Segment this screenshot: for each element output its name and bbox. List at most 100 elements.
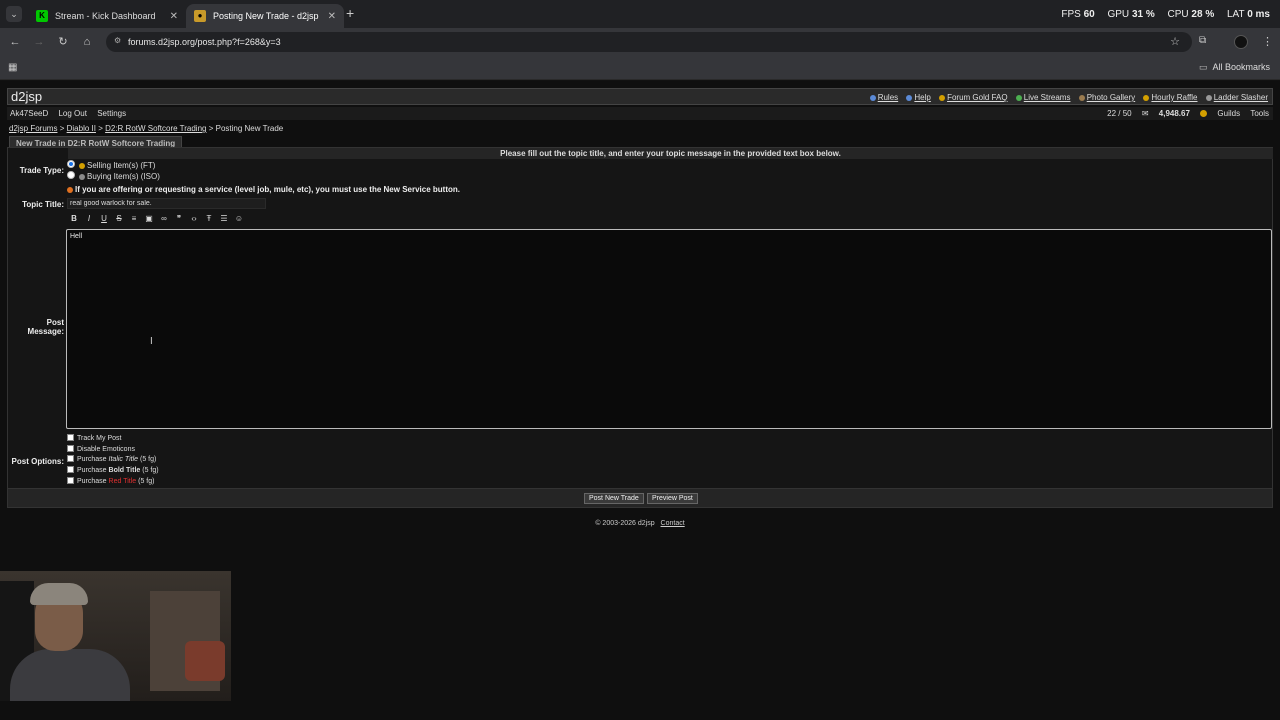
post-new-trade-button[interactable]: Post New Trade xyxy=(584,493,644,504)
ladder-slasher-link[interactable]: Ladder Slasher xyxy=(1205,93,1268,102)
tab-posting-new-trade[interactable]: ● Posting New Trade - d2jsp ✕ xyxy=(186,4,344,28)
extensions-icon[interactable]: ⧉ xyxy=(1199,35,1211,47)
tab-title: Posting New Trade - d2jsp xyxy=(213,11,319,21)
tab-search-button[interactable]: ⌄ xyxy=(6,6,22,22)
font-size-icon[interactable]: Ŧ xyxy=(204,214,214,224)
logout-link[interactable]: Log Out xyxy=(58,109,86,118)
trade-type-label: Trade Type: xyxy=(19,166,64,175)
list-icon[interactable]: ☰ xyxy=(219,214,229,224)
d2jsp-icon: ● xyxy=(194,10,206,22)
all-bookmarks-label: All Bookmarks xyxy=(1212,62,1270,72)
back-arrow-icon[interactable]: ← xyxy=(8,35,22,49)
red-title-checkbox[interactable] xyxy=(67,477,74,484)
breadcrumb-current: Posting New Trade xyxy=(215,124,284,133)
italic-icon[interactable]: I xyxy=(84,214,94,224)
mail-icon: ✉ xyxy=(1141,109,1149,118)
rules-link[interactable]: Rules xyxy=(869,93,898,102)
profile-avatar[interactable] xyxy=(1234,35,1248,49)
webcam-person-body xyxy=(10,649,130,701)
topic-title-input[interactable] xyxy=(67,198,266,209)
close-tab-icon[interactable]: ✕ xyxy=(328,11,336,22)
gpu-value: 31 % xyxy=(1131,9,1155,20)
selling-option[interactable]: Selling Item(s) (FT) xyxy=(79,161,155,170)
photo-gallery-link[interactable]: Photo Gallery xyxy=(1078,93,1135,102)
gold-balance[interactable]: 4,948.67 xyxy=(1159,109,1208,118)
cpu-value: 28 % xyxy=(1191,9,1215,20)
selling-radio[interactable] xyxy=(67,160,75,168)
site-logo[interactable]: d2jsp xyxy=(11,89,42,104)
username-link[interactable]: Ak47SeeD xyxy=(10,109,48,118)
browser-menu-icon[interactable]: ⋮ xyxy=(1262,35,1273,48)
bold-title-checkbox[interactable] xyxy=(67,466,74,473)
reload-icon[interactable]: ↻ xyxy=(56,35,70,49)
fps-value: 60 xyxy=(1083,9,1095,20)
underline-icon[interactable]: U xyxy=(99,214,109,224)
photo-icon xyxy=(1078,95,1085,101)
new-tab-button[interactable]: + xyxy=(346,6,354,20)
home-icon[interactable]: ⌂ xyxy=(80,35,94,49)
forum-gold-faq-link[interactable]: Forum Gold FAQ xyxy=(939,93,1008,102)
webcam-overlay xyxy=(0,571,231,701)
site-info-icon[interactable]: ⚙ xyxy=(114,36,124,46)
italic-title-option[interactable]: Purchase Italic Title (5 fg) xyxy=(67,455,156,463)
gold-icon xyxy=(939,95,946,101)
form-instructions: Please fill out the topic title, and ent… xyxy=(68,148,1273,159)
link-icon[interactable]: ∞ xyxy=(159,214,169,224)
buying-option[interactable]: Buying Item(s) (ISO) xyxy=(79,172,160,181)
cpu-label: CPU xyxy=(1167,9,1189,20)
quote-icon[interactable]: ❞ xyxy=(174,214,184,224)
emoticon-icon[interactable]: ☺ xyxy=(234,214,244,224)
disable-emoticons-option[interactable]: Disable Emoticons xyxy=(67,445,135,453)
sword-icon xyxy=(1205,95,1212,101)
preview-post-button[interactable]: Preview Post xyxy=(647,493,698,504)
address-bar[interactable]: ⚙ forums.d2jsp.org/post.php?f=268&y=3 ☆ xyxy=(106,32,1192,52)
align-center-icon[interactable]: ≡ xyxy=(129,214,139,224)
close-tab-icon[interactable]: ✕ xyxy=(170,11,178,22)
disable-emoticons-checkbox[interactable] xyxy=(67,445,74,452)
contact-link[interactable]: Contact xyxy=(661,520,685,527)
forward-arrow-icon[interactable]: → xyxy=(32,35,46,49)
image-icon[interactable]: ▣ xyxy=(144,214,154,224)
bookmark-star-icon[interactable]: ☆ xyxy=(1170,35,1180,48)
track-post-checkbox[interactable] xyxy=(67,434,74,441)
pm-count[interactable]: 22 / 50 ✉ xyxy=(1099,109,1148,118)
site-header: d2jsp Rules Help Forum Gold FAQ Live Str… xyxy=(7,88,1273,105)
editor-toolbar: B I U S ≡ ▣ ∞ ❞ ‹› Ŧ ☰ ☺ xyxy=(69,214,244,224)
tools-link[interactable]: Tools xyxy=(1250,109,1269,118)
page-footer: © 2003-2026 d2jsp Contact xyxy=(0,520,1280,527)
breadcrumb-diablo-ii[interactable]: Diablo II xyxy=(67,124,96,133)
lat-value: 0 ms xyxy=(1247,9,1270,20)
track-post-option[interactable]: Track My Post xyxy=(67,434,121,442)
help-link[interactable]: Help xyxy=(906,93,931,102)
bold-icon[interactable]: B xyxy=(69,214,79,224)
italic-title-checkbox[interactable] xyxy=(67,455,74,462)
post-message-textarea[interactable]: Hell xyxy=(66,229,1272,429)
code-icon[interactable]: ‹› xyxy=(189,214,199,224)
live-streams-link[interactable]: Live Streams xyxy=(1015,93,1070,102)
warning-icon xyxy=(67,187,73,193)
hourly-raffle-link[interactable]: Hourly Raffle xyxy=(1143,93,1198,102)
live-icon xyxy=(1015,95,1022,101)
breadcrumb-d2r-trading[interactable]: D2:R RotW Softcore Trading xyxy=(105,124,206,133)
post-message-label: Post Message: xyxy=(27,318,64,336)
tab-kick-dashboard[interactable]: K Stream - Kick Dashboard ✕ xyxy=(28,4,186,28)
red-title-option[interactable]: Purchase Red Title (5 fg) xyxy=(67,477,154,485)
gold-coin-icon xyxy=(1200,110,1208,117)
bold-title-option[interactable]: Purchase Bold Title (5 fg) xyxy=(67,466,159,474)
guilds-link[interactable]: Guilds xyxy=(1217,109,1240,118)
copyright-text: © 2003-2026 d2jsp xyxy=(595,520,655,527)
raffle-icon xyxy=(1143,95,1150,101)
bookmarks-bar: ▦ ▭ All Bookmarks xyxy=(0,56,1280,80)
all-bookmarks-button[interactable]: ▭ All Bookmarks xyxy=(1199,62,1270,73)
lat-label: LAT xyxy=(1227,9,1245,20)
apps-grid-icon[interactable]: ▦ xyxy=(8,62,20,74)
strikethrough-icon[interactable]: S xyxy=(114,214,124,224)
post-options-label: Post Options: xyxy=(11,457,64,466)
breadcrumb-forums[interactable]: d2jsp Forums xyxy=(9,124,57,133)
settings-link[interactable]: Settings xyxy=(97,109,126,118)
kick-icon: K xyxy=(36,10,48,22)
url-text[interactable]: forums.d2jsp.org/post.php?f=268&y=3 xyxy=(128,37,281,47)
form-actions: Post New Trade Preview Post xyxy=(8,488,1272,507)
buying-radio[interactable] xyxy=(67,171,75,179)
topic-title-label: Topic Title: xyxy=(22,200,64,209)
